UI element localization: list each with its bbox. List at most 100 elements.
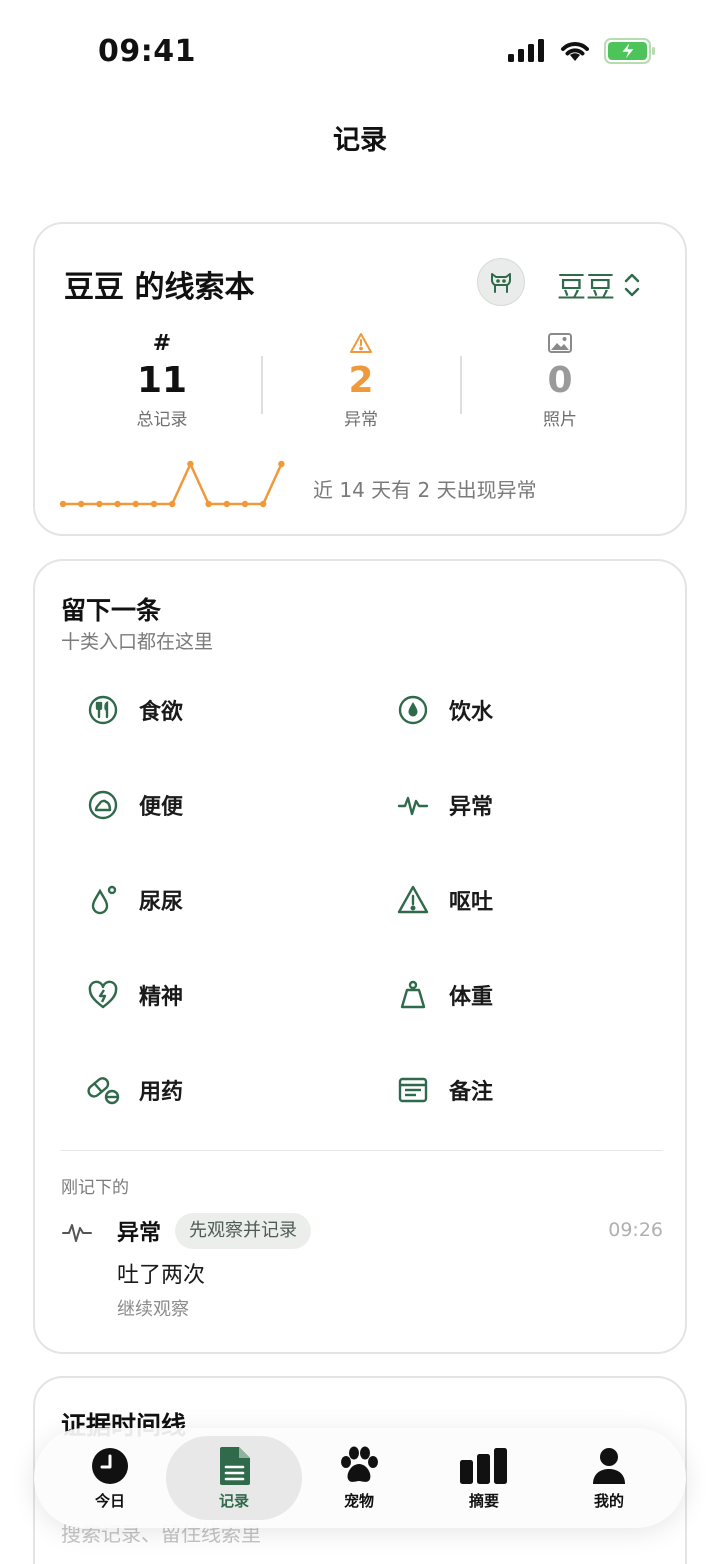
pill-icon (83, 1070, 123, 1110)
stat-total-label: 总记录 (136, 410, 188, 430)
entry-label: 精神 (139, 985, 184, 1010)
entry-stool[interactable]: 便便 (81, 775, 183, 835)
tab-label: 宠物 (343, 1492, 374, 1510)
stat-photos-value: 0 (547, 360, 573, 401)
tab-label: 我的 (593, 1492, 624, 1510)
sparkline-point (114, 500, 121, 508)
tab-records[interactable]: 记录 (166, 1436, 302, 1520)
photo-icon (548, 333, 572, 353)
sparkline-point (223, 500, 230, 508)
entry-label: 食欲 (139, 700, 184, 725)
sparkline-point (278, 460, 285, 468)
stat-abnormal-label: 异常 (344, 410, 378, 430)
tab-label: 摘要 (468, 1492, 499, 1510)
page-title: 记录 (333, 125, 387, 156)
warning-icon (393, 880, 433, 920)
paw-icon (338, 1446, 380, 1486)
sparkline-point (78, 500, 85, 508)
recent-subtext: 继续观察 (117, 1299, 189, 1320)
tab-summary[interactable]: 摘要 (416, 1436, 552, 1520)
wifi-icon (561, 42, 589, 61)
recent-type: 异常 (117, 1221, 162, 1246)
sparkline-caption: 近 14 天有 2 天出现异常 (313, 478, 537, 502)
status-bar: 09:41 (0, 0, 720, 100)
entry-label: 体重 (449, 985, 494, 1010)
chevron-up-down-icon (624, 273, 640, 297)
signal-icon (508, 39, 544, 62)
sparkline-point (150, 500, 158, 508)
tab-label: 今日 (94, 1492, 125, 1510)
note-icon (393, 1070, 433, 1110)
pet-switcher[interactable]: 豆豆 (557, 264, 641, 306)
tab-pets[interactable]: 宠物 (291, 1436, 427, 1520)
stat-abnormal: 2 异常 (261, 330, 461, 430)
stat-abnormal-value: 2 (348, 360, 374, 401)
recent-record[interactable]: 异常 先观察并记录 09:26 吐了两次 继续观察 (61, 1213, 663, 1323)
sparkline-point (260, 500, 267, 508)
battery-icon (604, 38, 655, 64)
sparkline-point (96, 500, 103, 508)
pulse-icon (62, 1224, 92, 1242)
weight-icon (393, 975, 433, 1015)
entry-weight[interactable]: 体重 (391, 965, 493, 1025)
stool-icon (83, 785, 123, 825)
entry-note[interactable]: 备注 (391, 1060, 493, 1120)
warning-icon (350, 333, 372, 353)
sparkline-point (132, 500, 139, 508)
recent-text: 吐了两次 (117, 1263, 206, 1288)
pulse-icon (393, 785, 433, 825)
divider (61, 1150, 663, 1151)
recent-time: 09:26 (608, 1219, 663, 1241)
abnormal-sparkline (59, 460, 285, 508)
entry-urine[interactable]: 尿尿 (81, 870, 183, 930)
entry-label: 备注 (449, 1080, 494, 1105)
clock-icon (91, 1446, 129, 1486)
pet-switcher-name: 豆豆 (557, 270, 616, 304)
entry-label: 呕吐 (449, 890, 494, 915)
stat-photos-label: 照片 (543, 410, 577, 430)
document-icon (217, 1446, 251, 1486)
water-drop-icon (393, 690, 433, 730)
entry-vomit[interactable]: 呕吐 (391, 870, 493, 930)
dog-icon (491, 273, 511, 293)
sparkline-point (205, 500, 212, 508)
entry-water[interactable]: 饮水 (391, 680, 493, 740)
entry-label: 异常 (449, 795, 494, 820)
entry-medication[interactable]: 用药 (81, 1060, 183, 1120)
sparkline-point (187, 460, 194, 468)
status-time: 09:41 (98, 34, 196, 69)
bar-chart-icon (460, 1446, 508, 1486)
person-icon (592, 1446, 626, 1486)
entry-label: 用药 (139, 1080, 184, 1105)
pet-avatar[interactable] (477, 258, 525, 306)
entry-abnormal[interactable]: 异常 (391, 775, 493, 835)
quick-add-subtitle: 十类入口都在这里 (61, 631, 214, 653)
status-badge: 先观察并记录 (175, 1213, 311, 1249)
stat-total-value: 11 (136, 360, 188, 401)
tab-today[interactable]: 今日 (42, 1436, 178, 1520)
entry-label: 饮水 (449, 700, 494, 725)
entry-label: 便便 (139, 795, 184, 820)
hash-icon: # (152, 330, 172, 356)
status-icons (508, 38, 656, 64)
summary-title: 豆豆 的线索本 (64, 270, 255, 305)
tab-me[interactable]: 我的 (541, 1436, 677, 1520)
quick-add-card: 留下一条 十类入口都在这里 食欲 饮水 便便 异常 尿尿 呕吐 精神 体重 用药… (33, 559, 687, 1354)
summary-card: 豆豆 的线索本 豆豆 # 11 总记录 2 异常 0 照片 近 14 天有 2 … (33, 222, 687, 536)
sparkline-point (59, 500, 67, 508)
quick-add-title: 留下一条 (61, 596, 162, 625)
stat-photos: 0 照片 (460, 330, 660, 430)
stats-row: # 11 总记录 2 异常 0 照片 (35, 330, 689, 440)
entry-appetite[interactable]: 食欲 (81, 680, 183, 740)
urine-drop-icon (83, 880, 123, 920)
entry-label: 尿尿 (139, 890, 184, 915)
sparkline-point (169, 500, 176, 508)
heart-bolt-icon (83, 975, 123, 1015)
stat-total: # 11 总记录 (62, 330, 262, 431)
recent-title: 刚记下的 (61, 1178, 129, 1198)
tab-bar: 今日 记录 宠物 摘要 我的 (34, 1428, 686, 1528)
sparkline-line (63, 462, 283, 506)
tab-label: 记录 (218, 1492, 249, 1510)
entry-mood[interactable]: 精神 (81, 965, 183, 1025)
utensils-icon (83, 690, 123, 730)
